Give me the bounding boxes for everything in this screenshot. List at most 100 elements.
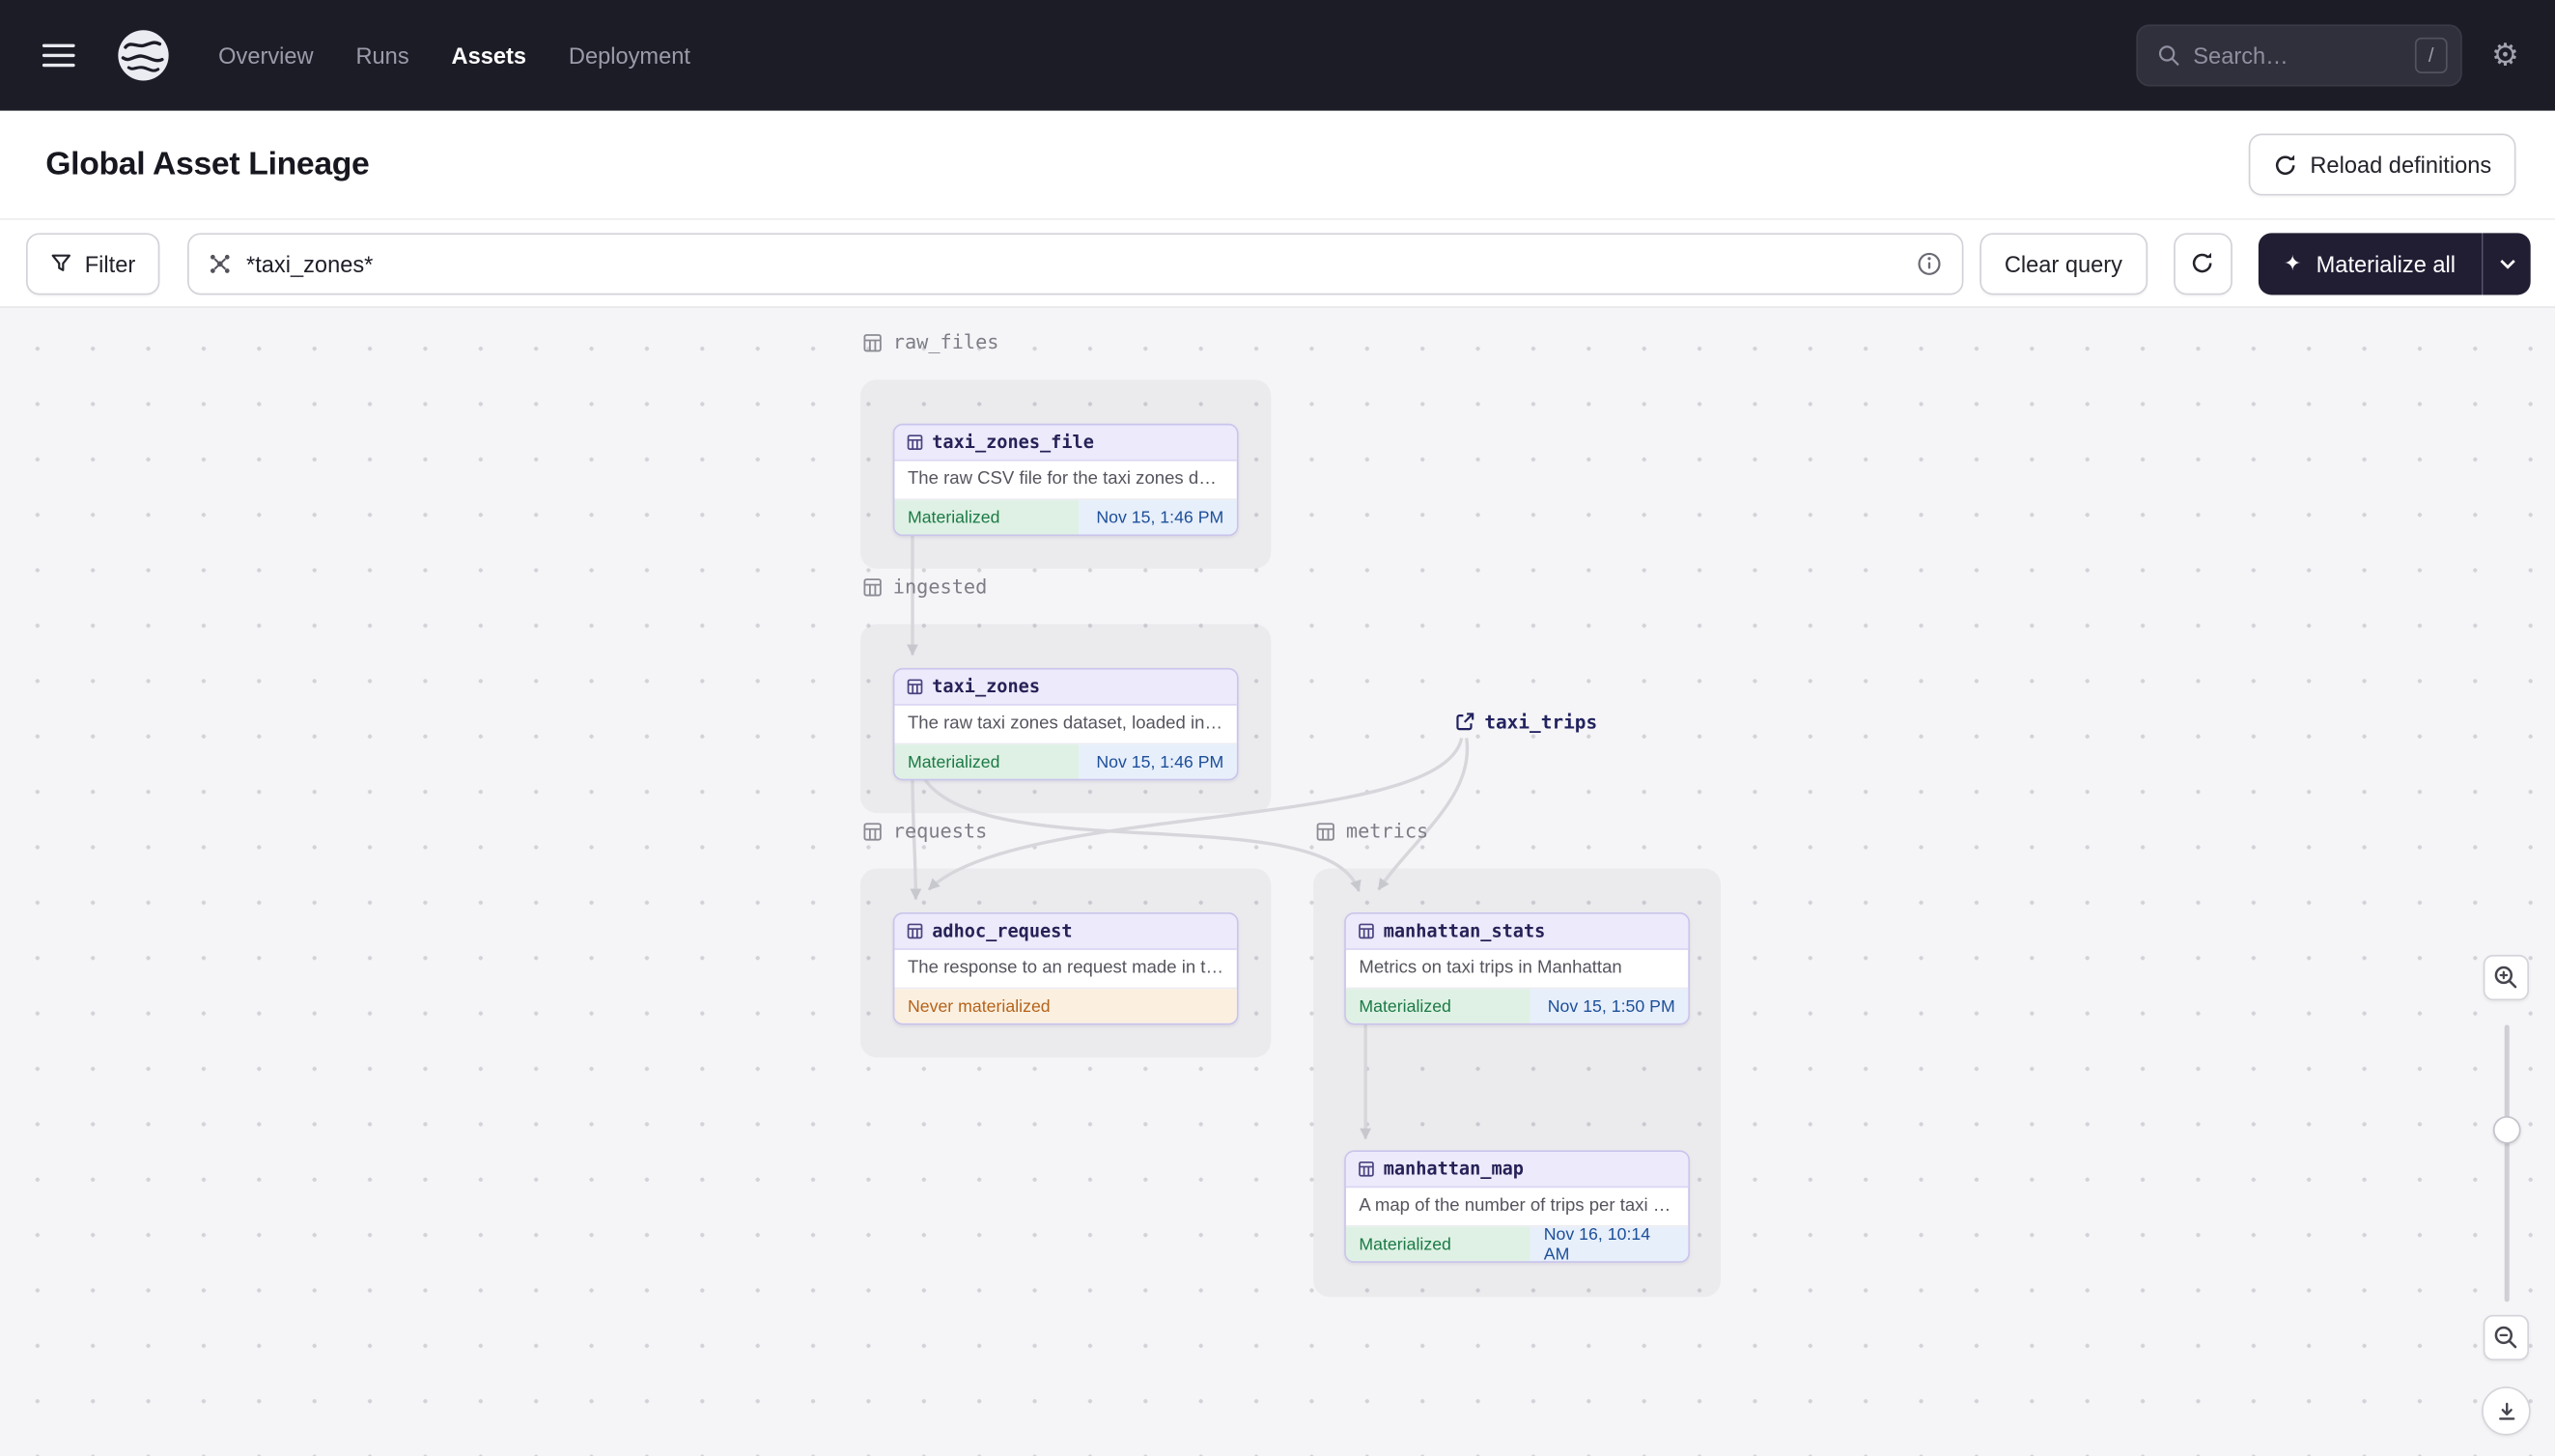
- timestamp-badge[interactable]: Nov 16, 10:14 AM: [1530, 1224, 1689, 1262]
- op-selector-icon: [211, 254, 230, 272]
- group-name: metrics: [1345, 819, 1429, 843]
- asset-node-header: manhattan_map: [1345, 1152, 1689, 1189]
- timestamp-badge[interactable]: Nov 15, 1:46 PM: [1079, 500, 1237, 535]
- status-badge: Never materialized: [894, 989, 1237, 1023]
- external-asset-name: taxi_trips: [1484, 710, 1598, 734]
- nav-item-runs[interactable]: Runs: [355, 42, 408, 69]
- asset-node-taxi-zones-file[interactable]: taxi_zones_file The raw CSV file for the…: [892, 423, 1239, 537]
- clear-query-label: Clear query: [2004, 250, 2122, 277]
- external-asset-taxi-trips[interactable]: taxi_trips: [1455, 710, 1598, 734]
- asset-name: manhattan_stats: [1383, 920, 1546, 942]
- table-icon: [1359, 923, 1374, 939]
- table-icon: [907, 434, 923, 450]
- external-link-icon: [1456, 713, 1474, 731]
- nav-item-overview[interactable]: Overview: [218, 42, 313, 69]
- lineage-edges: [907, 531, 1470, 1140]
- clear-query-button[interactable]: Clear query: [1979, 232, 2148, 294]
- chevron-down-icon: [2499, 259, 2514, 268]
- group-label-ingested[interactable]: ingested: [862, 574, 988, 599]
- lineage-canvas[interactable]: raw_files ingested requests metrics taxi…: [0, 306, 2555, 1456]
- asset-node-taxi-zones[interactable]: taxi_zones The raw taxi zones dataset, l…: [892, 667, 1239, 781]
- materialize-all-group: ✦ Materialize all: [2258, 232, 2531, 294]
- asset-name: adhoc_request: [932, 920, 1073, 942]
- asset-name: taxi_zones: [932, 676, 1041, 698]
- asset-query-input[interactable]: [246, 250, 1902, 277]
- asset-node-manhattan-stats[interactable]: manhattan_stats Metrics on taxi trips in…: [1344, 912, 1690, 1025]
- asset-selection-input[interactable]: [187, 232, 1964, 294]
- zoom-out-icon: [2494, 1326, 2517, 1349]
- materialize-all-button[interactable]: ✦ Materialize all: [2258, 232, 2483, 294]
- reload-definitions-label: Reload definitions: [2310, 151, 2492, 178]
- filter-funnel-icon: [51, 254, 70, 271]
- group-name: requests: [892, 819, 988, 843]
- timestamp-badge[interactable]: Nov 15, 1:46 PM: [1079, 744, 1237, 779]
- zoom-slider-track[interactable]: [2504, 1024, 2510, 1302]
- asset-status-row: Materialized Nov 15, 1:46 PM: [894, 500, 1237, 535]
- table-icon: [863, 822, 882, 840]
- asset-node-adhoc-request[interactable]: adhoc_request The response to an request…: [892, 912, 1239, 1025]
- status-badge: Materialized: [1345, 989, 1531, 1023]
- reload-definitions-button[interactable]: Reload definitions: [2248, 133, 2516, 196]
- asset-name: manhattan_map: [1383, 1158, 1524, 1180]
- group-label-metrics[interactable]: metrics: [1315, 819, 1429, 843]
- status-badge: Materialized: [1345, 1226, 1531, 1262]
- table-icon: [1316, 822, 1334, 840]
- top-navigation-bar: Overview Runs Assets Deployment / ⚙: [0, 0, 2555, 111]
- zoom-slider-handle[interactable]: [2492, 1115, 2521, 1144]
- timestamp-badge[interactable]: Nov 15, 1:50 PM: [1530, 989, 1689, 1023]
- nav-item-assets[interactable]: Assets: [452, 42, 526, 69]
- nav-item-deployment[interactable]: Deployment: [569, 42, 690, 69]
- search-shortcut-badge: /: [2414, 37, 2448, 73]
- hamburger-menu-icon[interactable]: [42, 43, 75, 68]
- asset-node-manhattan-map[interactable]: manhattan_map A map of the number of tri…: [1344, 1150, 1690, 1263]
- info-icon[interactable]: [1917, 250, 1943, 276]
- zoom-out-button[interactable]: [2483, 1314, 2529, 1361]
- asset-description: A map of the number of trips per taxi z…: [1345, 1188, 1689, 1227]
- group-label-requests[interactable]: requests: [862, 819, 988, 843]
- materialize-dropdown-button[interactable]: [2482, 232, 2531, 294]
- download-icon: [2498, 1401, 2514, 1419]
- refresh-icon: [2192, 252, 2212, 273]
- asset-status-row: Materialized Nov 15, 1:50 PM: [1345, 989, 1689, 1023]
- asset-description: Metrics on taxi trips in Manhattan: [1345, 950, 1689, 990]
- materialize-sparkle-icon: ✦: [2284, 250, 2302, 276]
- filter-button[interactable]: Filter: [26, 232, 160, 294]
- asset-status-row: Materialized Nov 16, 10:14 AM: [1345, 1224, 1689, 1262]
- page-header: Global Asset Lineage Reload definitions: [0, 110, 2555, 220]
- search-box[interactable]: /: [2136, 24, 2462, 87]
- app-window: Overview Runs Assets Deployment / ⚙ Glob…: [0, 0, 2555, 1456]
- asset-description: The response to an request made in th…: [894, 950, 1237, 990]
- table-icon: [907, 923, 923, 939]
- zoom-in-icon: [2494, 966, 2517, 989]
- settings-gear-icon[interactable]: ⚙: [2491, 40, 2519, 70]
- group-name: raw_files: [892, 330, 999, 354]
- download-view-button[interactable]: [2482, 1386, 2531, 1436]
- asset-status-row: Materialized Nov 15, 1:46 PM: [894, 744, 1237, 779]
- table-icon: [863, 577, 882, 596]
- group-label-raw-files[interactable]: raw_files: [862, 330, 999, 354]
- asset-node-header: adhoc_request: [894, 913, 1237, 950]
- status-badge: Materialized: [894, 500, 1080, 535]
- zoom-in-button[interactable]: [2483, 954, 2529, 1001]
- reload-icon: [2275, 154, 2295, 175]
- filter-label: Filter: [84, 250, 136, 277]
- topbar-right: / ⚙: [2136, 24, 2519, 87]
- group-name: ingested: [892, 574, 988, 599]
- table-icon: [863, 333, 882, 351]
- table-icon: [907, 679, 923, 695]
- search-input[interactable]: [2193, 42, 2402, 69]
- asset-node-header: manhattan_stats: [1345, 913, 1689, 950]
- status-badge: Materialized: [894, 744, 1080, 779]
- asset-node-header: taxi_zones_file: [894, 425, 1237, 462]
- materialize-all-label: Materialize all: [2316, 250, 2457, 277]
- refresh-graph-button[interactable]: [2173, 232, 2232, 294]
- dagster-logo[interactable]: [111, 23, 177, 89]
- dagster-logo-icon: [118, 30, 169, 81]
- asset-description: The raw taxi zones dataset, loaded int…: [894, 706, 1237, 745]
- asset-description: The raw CSV file for the taxi zones dat…: [894, 462, 1237, 501]
- primary-nav: Overview Runs Assets Deployment: [218, 42, 690, 69]
- asset-name: taxi_zones_file: [932, 432, 1094, 454]
- lineage-toolbar: Filter Clear query: [0, 219, 2555, 307]
- asset-node-header: taxi_zones: [894, 669, 1237, 706]
- page-title: Global Asset Lineage: [45, 146, 370, 182]
